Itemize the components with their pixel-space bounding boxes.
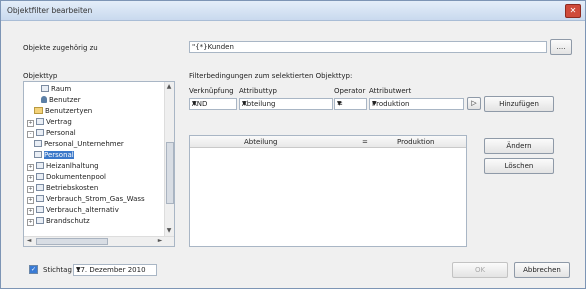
table-header-val: Produktion (397, 138, 435, 146)
dialog-window: Objektfilter bearbeiten ✕ Objekte zugehö… (0, 0, 586, 289)
table-icon (36, 129, 44, 136)
date-checkbox[interactable]: ✓ (29, 265, 38, 274)
table-icon (36, 184, 44, 191)
tree-item[interactable]: + Heizanlhaltung (27, 162, 99, 172)
scroll-up-arrow-icon[interactable]: ▲ (165, 83, 173, 91)
filter-table-header: Abteilung = Produktion (190, 136, 466, 148)
table-icon (36, 217, 44, 224)
table-header-attr: Abteilung (244, 138, 278, 146)
title-bar: Objektfilter bearbeiten ✕ (1, 1, 585, 21)
expand-icon[interactable]: + (27, 208, 34, 215)
table-icon (41, 85, 49, 92)
op-dropdown-icon: ▼ (337, 100, 342, 107)
col-op-label: Operator (334, 87, 366, 95)
tree-item[interactable]: - Personal (27, 129, 76, 139)
tree-item[interactable]: + Betriebskosten (27, 184, 98, 194)
expand-icon[interactable]: + (27, 219, 34, 226)
user-icon (41, 96, 47, 103)
table-icon (36, 173, 44, 180)
tree-hscroll-thumb[interactable] (36, 238, 108, 245)
date-label: Stichtag (43, 266, 72, 274)
link-select[interactable]: AND ▼ (189, 98, 237, 110)
ok-button[interactable]: OK (452, 262, 508, 278)
cancel-button[interactable]: Abbrechen (514, 262, 570, 278)
scroll-left-arrow-icon[interactable]: ◄ (25, 237, 33, 245)
expand-icon[interactable]: + (27, 186, 34, 193)
tree-horizontal-scrollbar[interactable]: ◄ ► (24, 236, 174, 246)
scroll-down-arrow-icon[interactable]: ▼ (165, 227, 173, 235)
assign-label: Objekte zugehörig zu (23, 44, 98, 52)
tree-item[interactable]: Benutzer (41, 96, 81, 106)
expand-icon[interactable]: + (27, 164, 34, 171)
op-select[interactable]: = ▼ (334, 98, 367, 110)
tree-item-label: Dokumentenpool (46, 173, 106, 181)
tree-vertical-scrollbar[interactable]: ▲ ▼ (164, 82, 174, 236)
tree-item-label: Benutzertyen (45, 107, 93, 115)
tree-item-label: Personal (46, 129, 76, 137)
assign-field[interactable]: "{*}Kunden (189, 41, 547, 53)
value-select[interactable]: Produktion ▼ (369, 98, 464, 110)
col-attr-label: Attributtyp (239, 87, 277, 95)
scroll-right-arrow-icon[interactable]: ► (156, 237, 164, 245)
assign-value: "{*}Kunden (192, 43, 234, 51)
expand-icon[interactable]: + (27, 120, 34, 127)
tree-item[interactable]: Raum (41, 85, 71, 95)
table-icon (36, 162, 44, 169)
window-title: Objektfilter bearbeiten (7, 6, 93, 15)
tree-item-label: Heizanlhaltung (46, 162, 99, 170)
date-picker[interactable]: 17. Dezember 2010 ▼ (73, 264, 157, 276)
attr-dropdown-icon: ▼ (242, 100, 247, 107)
tree-vscroll-thumb[interactable] (166, 142, 174, 204)
date-dropdown-icon: ▼ (76, 266, 81, 273)
object-tree[interactable]: ▲ ▼ ◄ ► Raum Benutzer Benutzertyen + Vertrag… (23, 81, 175, 247)
value-dropdown-icon: ▼ (372, 100, 377, 107)
tree-item-label: Vertrag (46, 118, 72, 126)
expand-icon[interactable]: + (27, 197, 34, 204)
filter-table[interactable]: Abteilung = Produktion (189, 135, 467, 247)
table-icon (34, 140, 42, 147)
tree-item[interactable]: + Vertrag (27, 118, 72, 128)
tree-item-label: Verbrauch_Strom_Gas_Wass (46, 195, 145, 203)
delete-button[interactable]: Löschen (484, 158, 554, 174)
tree-item-label: Verbrauch_alternativ (46, 206, 119, 214)
pick-value-button[interactable]: ▷ (467, 97, 481, 110)
tree-item-label: Personal (44, 151, 74, 159)
tree-item-label: Brandschutz (46, 217, 90, 225)
add-button[interactable]: Hinzufügen (484, 96, 554, 112)
table-icon (34, 151, 42, 158)
browse-button[interactable]: .... (550, 39, 572, 55)
tree-item-label: Raum (51, 85, 72, 93)
tree-item[interactable]: + Brandschutz (27, 217, 90, 227)
tree-item[interactable]: Personal (34, 151, 74, 161)
expand-icon[interactable]: + (27, 175, 34, 182)
filter-heading: Filterbedingungen zum selektierten Objek… (189, 72, 353, 80)
objects-label: Objekttyp (23, 72, 58, 80)
table-icon (36, 118, 44, 125)
collapse-icon[interactable]: - (27, 131, 34, 138)
change-button[interactable]: Ändern (484, 138, 554, 154)
tree-item[interactable]: + Dokumentenpool (27, 173, 106, 183)
col-link-label: Verknüpfung (189, 87, 234, 95)
table-icon (36, 206, 44, 213)
close-button[interactable]: ✕ (565, 4, 581, 18)
attr-select[interactable]: Abteilung ▼ (239, 98, 333, 110)
tree-item[interactable]: + Verbrauch_Strom_Gas_Wass (27, 195, 145, 205)
tree-item-label: Benutzer (49, 96, 81, 104)
tree-item[interactable]: Personal_Unternehmer (34, 140, 124, 150)
tree-item-label: Personal_Unternehmer (44, 140, 124, 148)
folder-icon (34, 107, 43, 114)
tree-item[interactable]: + Verbrauch_alternativ (27, 206, 119, 216)
table-icon (36, 195, 44, 202)
tree-item-label: Betriebskosten (46, 184, 99, 192)
table-header-op: = (362, 138, 368, 146)
tree-item[interactable]: Benutzertyen (34, 107, 92, 117)
link-dropdown-icon: ▼ (192, 100, 197, 107)
col-val-label: Attributwert (369, 87, 412, 95)
